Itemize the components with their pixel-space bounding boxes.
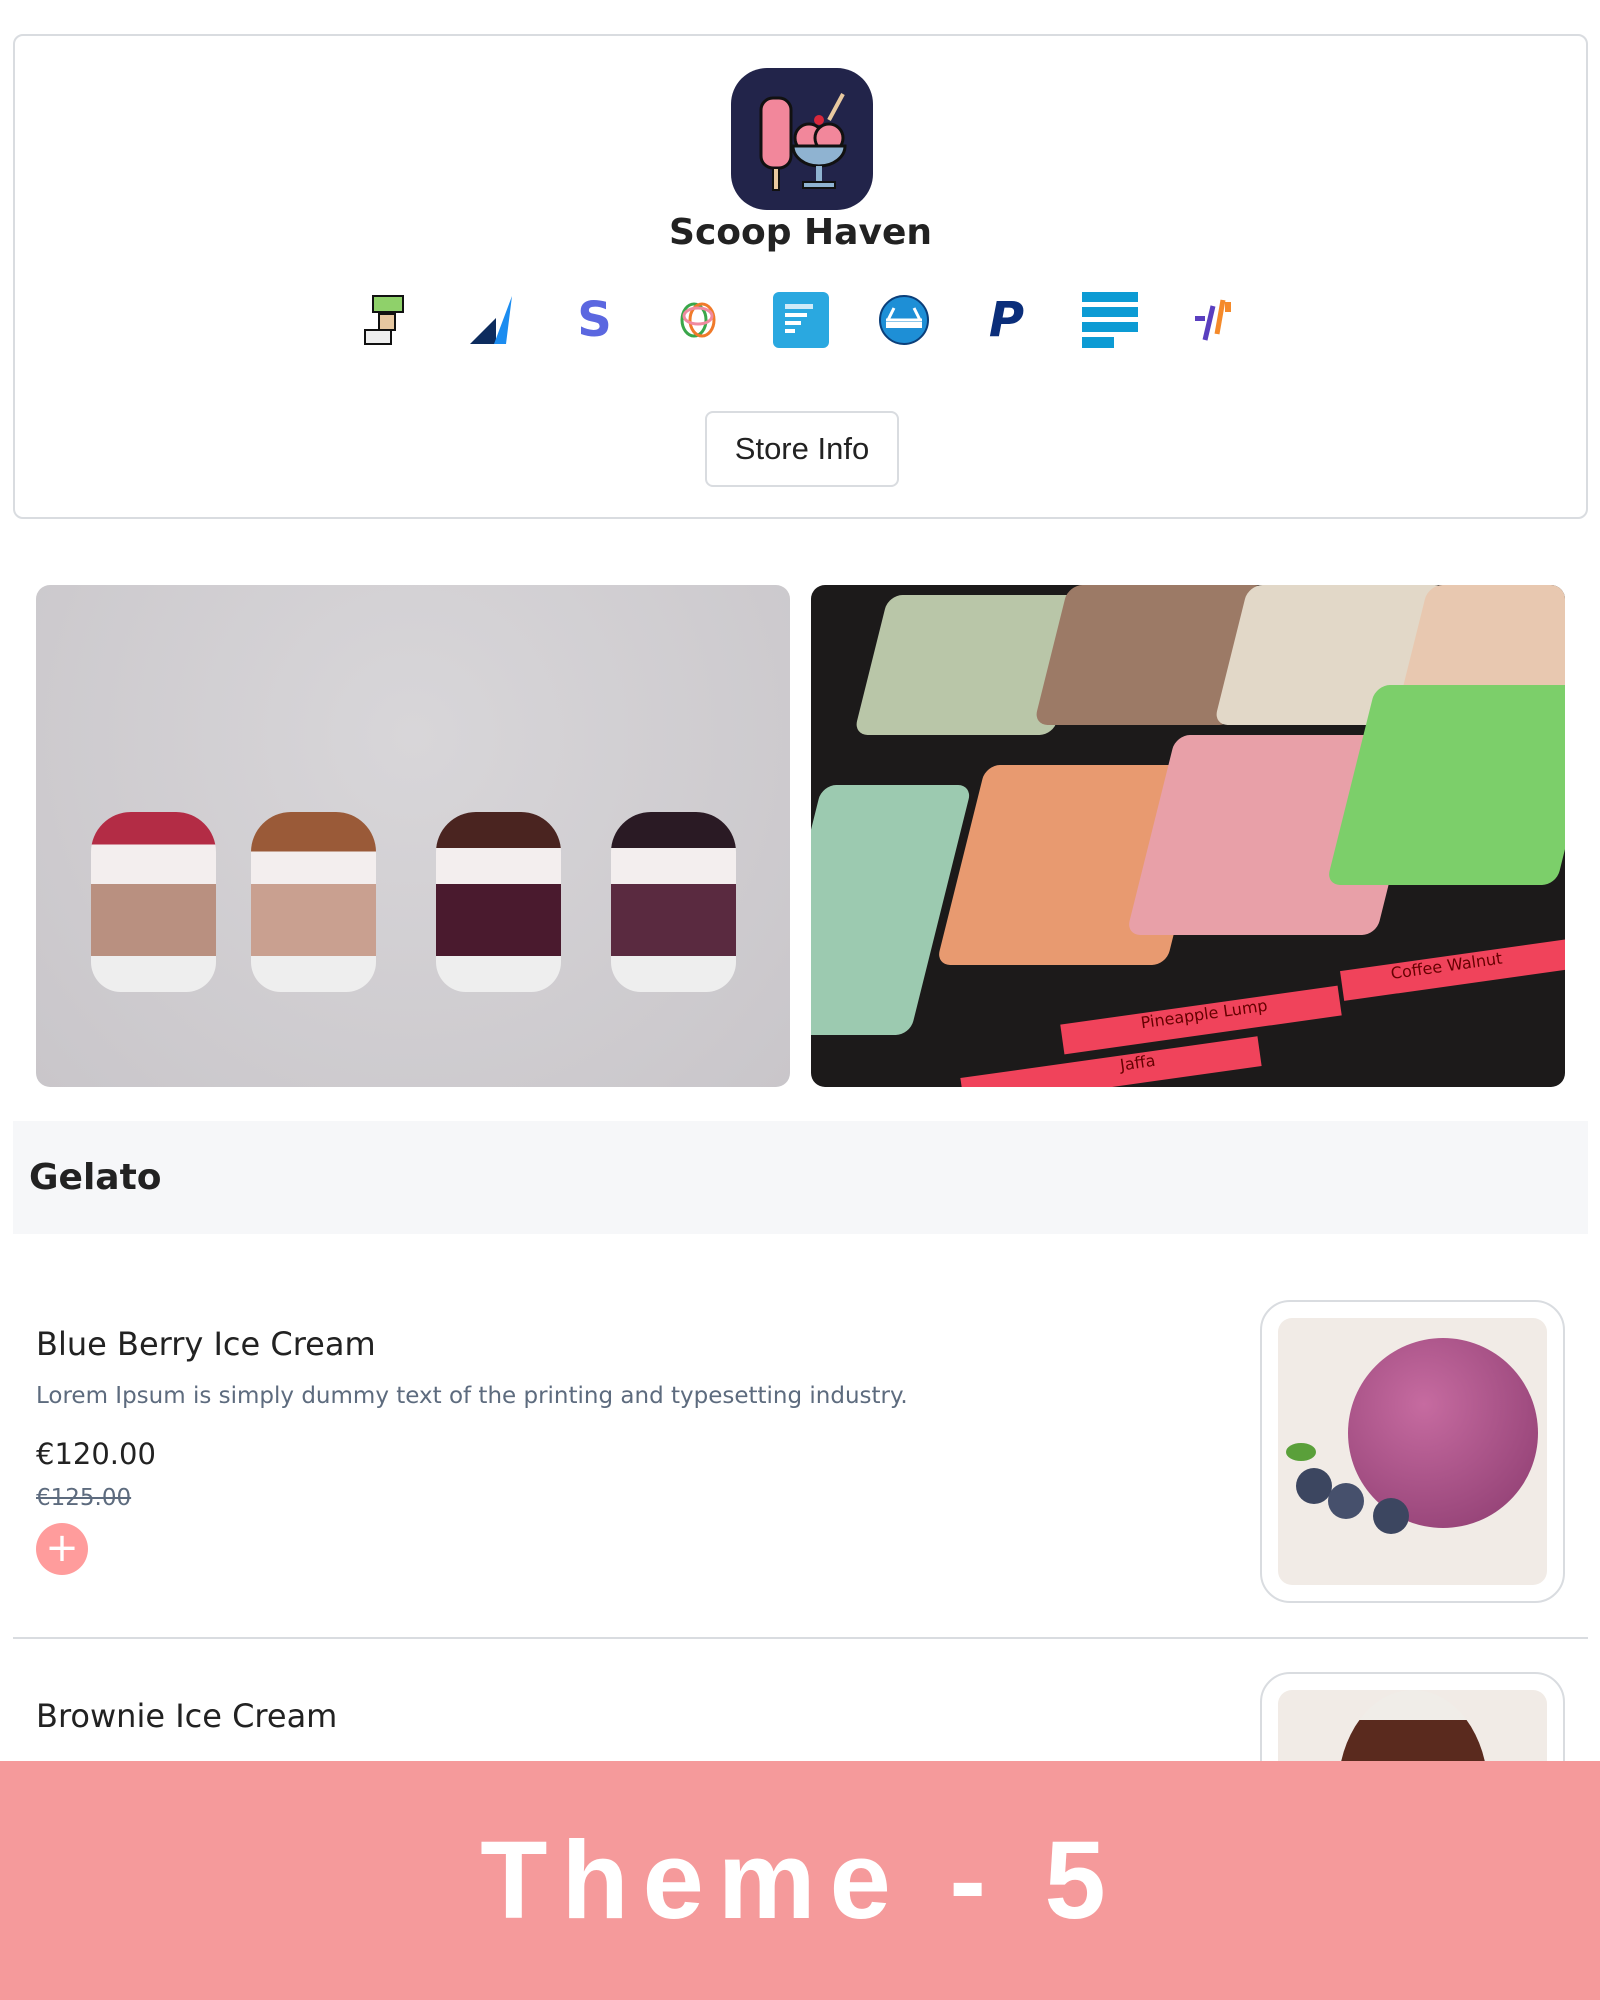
scale-brand-icon	[876, 292, 932, 348]
store-logo	[731, 68, 873, 210]
stripe-s-icon: S	[577, 292, 612, 348]
sign-text: Pineapple Lump	[1139, 995, 1269, 1033]
item-image	[1278, 1318, 1547, 1585]
payment-methods: S P	[15, 292, 1586, 348]
sign-text: Jaffa	[1118, 1050, 1157, 1075]
menu-item[interactable]: Blue Berry Ice Cream Lorem Ipsum is simp…	[36, 1325, 908, 1575]
banner-image-desserts	[36, 585, 790, 1087]
slash-brand-icon	[1185, 292, 1241, 348]
paypal-icon: P	[988, 292, 1025, 348]
category-header: Gelato	[13, 1121, 1588, 1234]
store-name: Scoop Haven	[669, 212, 932, 253]
item-description: Lorem Ipsum is simply dummy text of the …	[36, 1383, 908, 1409]
item-name: Blue Berry Ice Cream	[36, 1325, 376, 1363]
item-name: Brownie Ice Cream	[36, 1697, 338, 1735]
sign-text: Coffee Walnut	[1389, 948, 1504, 984]
theme-banner-text: Theme - 5	[480, 1819, 1120, 1942]
heart-rings-icon	[670, 292, 726, 348]
item-price: €120.00	[36, 1437, 156, 1471]
divider	[13, 1637, 1588, 1639]
item-image-card[interactable]	[1260, 1300, 1565, 1603]
store-info-button[interactable]: Store Info	[705, 411, 899, 487]
menu-item[interactable]: Brownie Ice Cream	[36, 1697, 337, 1735]
add-to-cart-button[interactable]: +	[36, 1523, 88, 1575]
banner-image-gelato-display: Coffee Walnut Pineapple Lump Jaffa	[811, 585, 1565, 1087]
theme-banner: Theme - 5	[0, 1761, 1600, 2000]
stacked-bars-icon	[1081, 292, 1138, 348]
store-header: Scoop Haven S P Store Info	[13, 34, 1588, 519]
arrow-brand-icon	[464, 292, 520, 348]
cash-hand-icon	[361, 292, 417, 348]
item-old-price: €125.00	[36, 1485, 132, 1511]
category-title: Gelato	[29, 1157, 162, 1198]
plus-icon: +	[45, 1525, 79, 1571]
document-icon	[772, 292, 829, 348]
